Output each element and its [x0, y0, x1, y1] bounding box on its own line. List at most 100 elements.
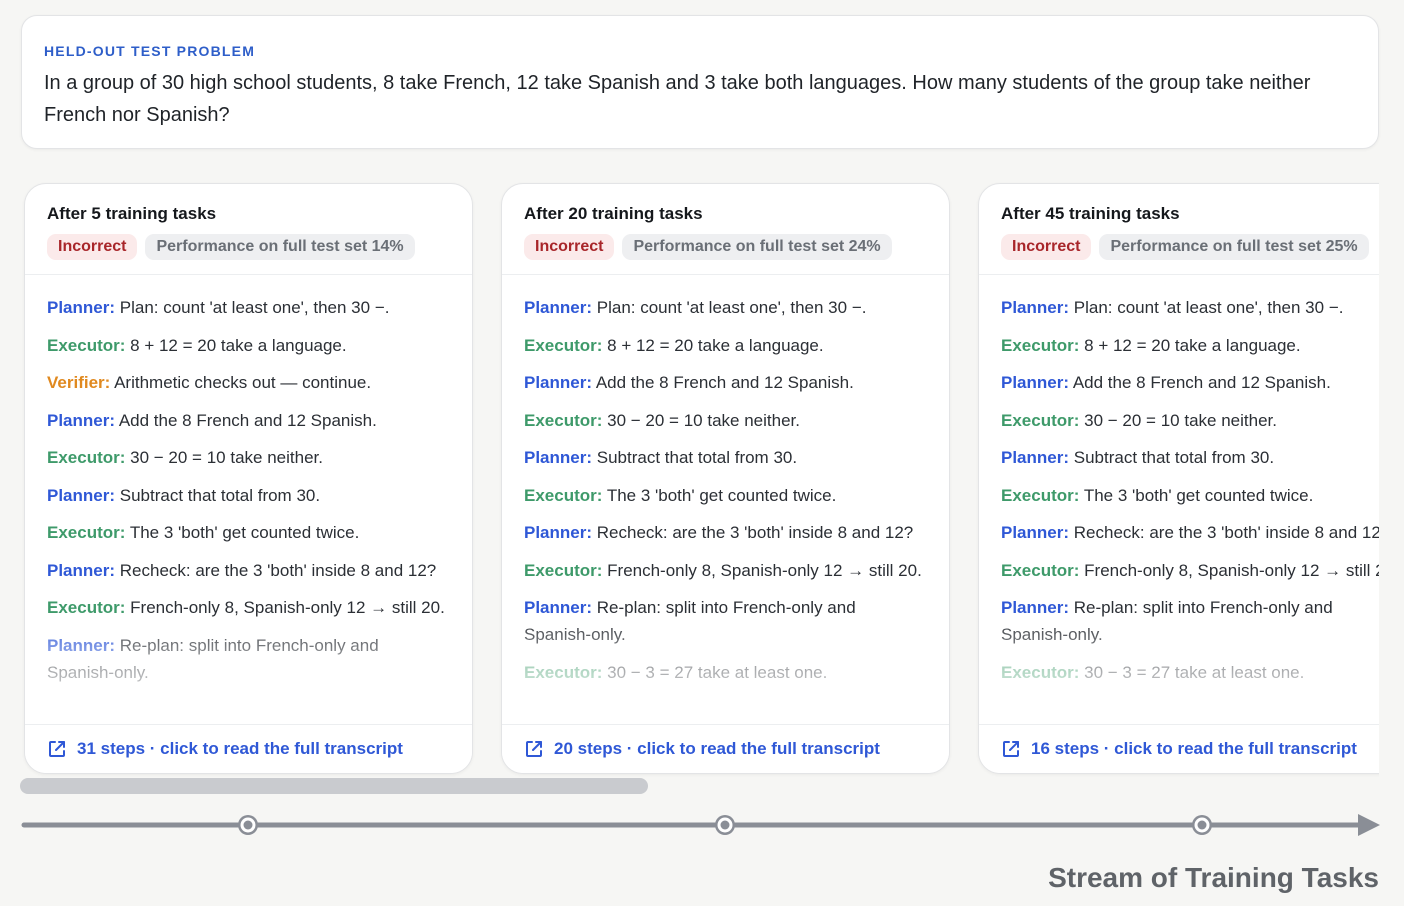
test-problem-text: In a group of 30 high school students, 8…	[44, 72, 1311, 126]
cards-scroll-area[interactable]: After 5 training tasks Incorrect Perform…	[21, 182, 1379, 778]
step-text: The 3 'both' get counted twice.	[1079, 485, 1314, 505]
status-badge: Incorrect	[524, 234, 615, 260]
card-header: After 5 training tasks Incorrect Perform…	[25, 184, 472, 275]
transcript-step: Executor: 8 + 12 = 20 take a language.	[524, 332, 927, 359]
card-title: After 45 training tasks	[1001, 204, 1180, 223]
stream-label: Stream of Training Tasks	[1048, 862, 1379, 893]
step-role-label: Planner:	[47, 560, 116, 580]
step-text: 8 + 12 = 20 take a language.	[602, 335, 824, 355]
transcript-step: Executor: The 3 'both' get counted twice…	[47, 519, 450, 546]
transcript-step: Executor: French-only 8, Spanish-only 12…	[524, 557, 927, 584]
step-role-label: Executor:	[47, 335, 126, 355]
read-transcript-link[interactable]: 16 steps · click to read the full transc…	[979, 724, 1379, 773]
transcript-step: Planner: Re-plan: split into French-only…	[47, 632, 450, 686]
step-role-label: Executor:	[1001, 335, 1080, 355]
performance-badge: Performance on full test set 24%	[622, 234, 892, 260]
step-text: Arithmetic checks out — continue.	[110, 373, 372, 392]
status-badge: Incorrect	[1001, 234, 1092, 260]
step-text: The 3 'both' get counted twice.	[125, 523, 360, 542]
step-text: Plan: count 'at least one', then 30 −.	[115, 298, 390, 317]
test-problem-label: HELD-OUT TEST PROBLEM	[44, 43, 256, 59]
transcript-step: Executor: 30 − 20 = 10 take neither.	[1001, 407, 1379, 434]
step-text: Add the 8 French and 12 Spanish.	[1069, 373, 1331, 392]
step-role-label: Executor:	[524, 560, 603, 580]
transcript-step: Planner: Recheck: are the 3 'both' insid…	[524, 519, 927, 546]
step-role-label: Executor:	[1001, 560, 1080, 580]
external-link-icon	[1001, 739, 1021, 759]
read-transcript-link[interactable]: 31 steps · click to read the full transc…	[25, 724, 472, 773]
transcript-step: Executor: French-only 8, Spanish-only 12…	[47, 594, 450, 621]
transcript-step: Planner: Subtract that total from 30.	[47, 482, 450, 509]
transcript-step: Planner: Add the 8 French and 12 Spanish…	[1001, 369, 1379, 396]
read-transcript-label: 20 steps · click to read the full transc…	[554, 739, 880, 758]
step-role-label: Executor:	[47, 598, 126, 617]
card-title: After 20 training tasks	[524, 204, 703, 223]
step-text: Recheck: are the 3 'both' inside 8 and 1…	[1069, 523, 1379, 542]
external-link-icon	[47, 739, 67, 759]
step-role-label: Planner:	[1001, 523, 1070, 542]
step-text: Plan: count 'at least one', then 30 −.	[1069, 298, 1344, 317]
step-text: Subtract that total from 30.	[115, 485, 321, 505]
step-text: 30 − 3 = 27 take at least one.	[1079, 662, 1305, 682]
step-text: Add the 8 French and 12 Spanish.	[115, 410, 377, 430]
circle-marker-icon[interactable]	[238, 815, 258, 835]
step-role-label: Planner:	[524, 373, 593, 392]
transcript-step: Planner: Recheck: are the 3 'both' insid…	[47, 557, 450, 584]
step-text: French-only 8, Spanish-only 12 → still 2…	[602, 560, 922, 580]
step-role-label: Planner:	[1001, 448, 1070, 467]
step-role-label: Planner:	[1001, 373, 1070, 392]
transcript-step: Executor: 30 − 3 = 27 take at least one.	[524, 659, 927, 686]
step-role-label: Executor:	[1001, 662, 1080, 682]
external-link-icon	[524, 739, 544, 759]
transcript-step: Planner: Re-plan: split into French-only…	[524, 594, 927, 648]
training-card[interactable]: After 45 training tasks Incorrect Perfor…	[978, 183, 1379, 774]
step-role-label: Executor:	[1001, 485, 1080, 505]
step-role-label: Planner:	[47, 410, 116, 430]
step-text: Subtract that total from 30.	[592, 448, 798, 467]
step-text: 8 + 12 = 20 take a language.	[125, 335, 347, 355]
card-header: After 45 training tasks Incorrect Perfor…	[979, 184, 1379, 275]
read-transcript-label: 16 steps · click to read the full transc…	[1031, 739, 1357, 758]
step-role-label: Executor:	[524, 662, 603, 682]
step-role-label: Planner:	[47, 635, 116, 655]
step-role-label: Executor:	[524, 410, 603, 430]
transcript-step: Planner: Add the 8 French and 12 Spanish…	[524, 369, 927, 396]
step-text: The 3 'both' get counted twice.	[602, 485, 837, 505]
step-role-label: Executor:	[524, 485, 603, 505]
training-card[interactable]: After 5 training tasks Incorrect Perform…	[24, 183, 473, 774]
transcript-steps: Planner: Plan: count 'at least one', the…	[502, 276, 949, 726]
test-problem-card: HELD-OUT TEST PROBLEM In a group of 30 h…	[21, 15, 1379, 149]
horizontal-scrollbar-thumb[interactable]	[20, 778, 648, 794]
card-title: After 5 training tasks	[47, 204, 217, 223]
step-text: 30 − 20 = 10 take neither.	[125, 448, 323, 467]
circle-marker-icon[interactable]	[715, 815, 735, 835]
step-role-label: Planner:	[524, 598, 593, 617]
transcript-steps: Planner: Plan: count 'at least one', the…	[25, 276, 472, 726]
transcript-step: Planner: Plan: count 'at least one', the…	[524, 294, 927, 321]
performance-badge: Performance on full test set 14%	[145, 234, 415, 260]
step-role-label: Planner:	[524, 298, 593, 317]
transcript-step: Planner: Recheck: are the 3 'both' insid…	[1001, 519, 1379, 546]
transcript-steps: Planner: Plan: count 'at least one', the…	[979, 276, 1379, 726]
training-card[interactable]: After 20 training tasks Incorrect Perfor…	[501, 183, 950, 774]
card-header: After 20 training tasks Incorrect Perfor…	[502, 184, 949, 275]
transcript-step: Executor: 8 + 12 = 20 take a language.	[1001, 332, 1379, 359]
transcript-step: Planner: Add the 8 French and 12 Spanish…	[47, 407, 450, 434]
transcript-step: Executor: 30 − 20 = 10 take neither.	[524, 407, 927, 434]
step-text: French-only 8, Spanish-only 12 → still 2…	[1079, 560, 1379, 580]
transcript-step: Executor: 8 + 12 = 20 take a language.	[47, 332, 450, 359]
step-text: 30 − 3 = 27 take at least one.	[602, 662, 828, 682]
step-text: 8 + 12 = 20 take a language.	[1079, 335, 1301, 355]
step-role-label: Planner:	[47, 298, 116, 317]
transcript-step: Planner: Plan: count 'at least one', the…	[1001, 294, 1379, 321]
step-role-label: Verifier:	[47, 373, 111, 392]
step-text: Recheck: are the 3 'both' inside 8 and 1…	[115, 560, 437, 580]
read-transcript-link[interactable]: 20 steps · click to read the full transc…	[502, 724, 949, 773]
arrow-right-icon	[1358, 814, 1380, 836]
circle-marker-icon[interactable]	[1192, 815, 1212, 835]
step-text: Subtract that total from 30.	[1069, 448, 1275, 467]
step-text: 30 − 20 = 10 take neither.	[1079, 410, 1277, 430]
transcript-step: Executor: The 3 'both' get counted twice…	[1001, 482, 1379, 509]
step-text: Plan: count 'at least one', then 30 −.	[592, 298, 867, 317]
step-text: Recheck: are the 3 'both' inside 8 and 1…	[592, 523, 914, 542]
